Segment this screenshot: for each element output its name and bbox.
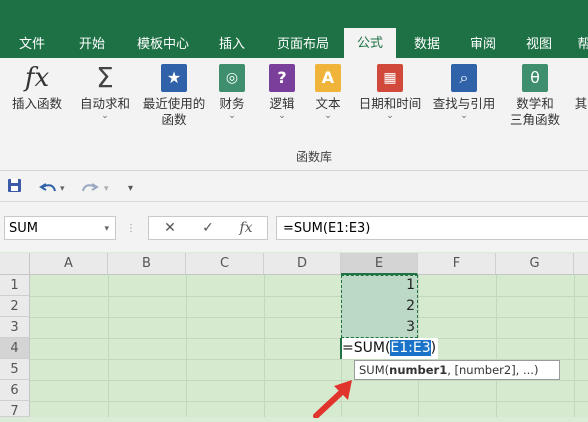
select-all-corner[interactable] xyxy=(0,253,30,275)
function-argument-tooltip: SUM(number1, [number2], ...) xyxy=(354,360,560,380)
quick-access-toolbar: ▾ ▾ ▾ xyxy=(0,171,588,202)
text-button[interactable]: A 文本 ⌄ xyxy=(308,64,348,121)
tab-data[interactable]: 数据 xyxy=(404,32,450,58)
tooltip-rest-args: , [number2], ...) xyxy=(447,363,539,377)
autosum-button[interactable]: Σ 自动求和 ⌄ xyxy=(74,64,136,121)
enter-icon[interactable]: ✓ xyxy=(191,217,225,239)
financial-button[interactable]: ◎ 财务 ⌄ xyxy=(212,64,252,121)
tab-template-center[interactable]: 模板中心 xyxy=(128,32,198,58)
logical-button[interactable]: ? 逻辑 ⌄ xyxy=(262,64,302,121)
star-book-icon: ★ xyxy=(161,64,187,92)
row-header[interactable]: 1 xyxy=(0,275,30,296)
ribbon-group-label: 函数库 xyxy=(296,150,333,164)
redo-icon[interactable] xyxy=(82,183,99,192)
chevron-down-icon: ⌄ xyxy=(460,111,468,121)
tooltip-current-arg[interactable]: number1 xyxy=(389,363,447,377)
formula-prefix: =SUM( xyxy=(342,340,391,356)
ribbon-formulas: 𝑓x 插入函数 Σ 自动求和 ⌄ ★ 最近使用的 函数 ◎ 财务 ⌄ ? 逻辑 … xyxy=(0,58,588,171)
quick-access-icons: ▾ ▾ ▾ xyxy=(8,179,133,194)
more-functions-button[interactable]: 其 xyxy=(574,64,588,112)
grid-line xyxy=(30,338,588,339)
row-header[interactable]: 7 xyxy=(0,401,30,419)
sigma-icon: Σ xyxy=(96,61,114,94)
column-header[interactable]: E xyxy=(341,253,418,275)
grid-line xyxy=(30,296,588,297)
formula-range-ref: E1:E3 xyxy=(390,340,431,356)
undo-dropdown-icon[interactable]: ▾ xyxy=(60,184,65,194)
column-header[interactable]: B xyxy=(108,253,186,275)
redo-dropdown-icon[interactable]: ▾ xyxy=(104,184,109,194)
tooltip-function[interactable]: SUM( xyxy=(359,363,389,377)
customize-toolbar-icon[interactable]: ▾ xyxy=(128,183,133,194)
chevron-down-icon: ⌄ xyxy=(228,111,236,121)
grid-line xyxy=(30,380,588,381)
row-header[interactable]: 2 xyxy=(0,296,30,317)
formula-suffix: ) xyxy=(430,340,437,356)
tab-file[interactable]: 文件 xyxy=(10,32,54,58)
grid-line xyxy=(30,401,588,402)
tab-review[interactable]: 审阅 xyxy=(460,32,506,58)
cell-e1[interactable]: 1 xyxy=(343,275,415,296)
sheet-grid[interactable]: A B C D E F G 1 2 3 4 5 6 7 1 2 3 =SUM(E… xyxy=(0,253,588,419)
cell-e4-editing[interactable]: =SUM(E1:E3) xyxy=(342,338,439,359)
chevron-down-icon[interactable]: ▾ xyxy=(104,217,109,241)
theta-book-icon: θ xyxy=(522,64,548,92)
row-header[interactable]: 4 xyxy=(0,338,30,359)
row-header[interactable]: 5 xyxy=(0,359,30,380)
tab-help[interactable]: 帮 xyxy=(574,32,588,58)
calendar-book-icon: ▦ xyxy=(377,64,403,92)
column-header[interactable] xyxy=(574,253,588,275)
coins-book-icon: ◎ xyxy=(219,64,245,92)
cell-e3[interactable]: 3 xyxy=(343,317,415,338)
row-header[interactable]: 6 xyxy=(0,380,30,401)
column-header[interactable]: D xyxy=(264,253,341,275)
lookup-reference-button[interactable]: ⌕ 查找与引用 ⌄ xyxy=(428,64,500,121)
undo-icon[interactable] xyxy=(39,183,56,192)
splitter-handle[interactable]: ⋮ xyxy=(126,224,136,234)
cell-e2[interactable]: 2 xyxy=(343,296,415,317)
tab-home[interactable]: 开始 xyxy=(70,32,114,58)
more-icon xyxy=(574,64,588,92)
name-box-value: SUM xyxy=(9,221,38,236)
annotation-arrow-icon xyxy=(313,380,352,418)
column-header[interactable]: C xyxy=(186,253,264,275)
column-header[interactable]: F xyxy=(418,253,496,275)
tab-insert[interactable]: 插入 xyxy=(210,32,254,58)
date-time-button[interactable]: ▦ 日期和时间 ⌄ xyxy=(354,64,426,121)
formula-bar: SUM ▾ ⋮ ✕ ✓ fx =SUM(E1:E3) xyxy=(0,202,588,252)
chevron-down-icon: ⌄ xyxy=(386,111,394,121)
ribbon-tab-bar: 文件 开始 模板中心 插入 页面布局 公式 数据 审阅 视图 帮 xyxy=(0,0,588,58)
save-icon[interactable] xyxy=(8,179,21,192)
text-book-icon: A xyxy=(315,64,341,92)
magnifier-book-icon: ⌕ xyxy=(451,64,477,92)
formula-input[interactable]: =SUM(E1:E3) xyxy=(276,216,588,240)
name-box[interactable]: SUM ▾ xyxy=(4,216,116,240)
chevron-down-icon: ⌄ xyxy=(324,111,332,121)
tab-page-layout[interactable]: 页面布局 xyxy=(266,32,340,58)
column-header[interactable]: G xyxy=(496,253,574,275)
grid-line xyxy=(30,317,588,318)
question-book-icon: ? xyxy=(269,64,295,92)
math-trig-button[interactable]: θ 数学和 三角函数 xyxy=(504,64,566,128)
fx-icon: 𝑓x xyxy=(24,63,50,93)
row-header[interactable]: 3 xyxy=(0,317,30,338)
column-header[interactable]: A xyxy=(30,253,108,275)
chevron-down-icon: ⌄ xyxy=(278,111,286,121)
insert-function-icon[interactable]: fx xyxy=(229,217,263,239)
insert-function-button[interactable]: 𝑓x 插入函数 xyxy=(6,64,68,112)
tab-view[interactable]: 视图 xyxy=(516,32,562,58)
recently-used-button[interactable]: ★ 最近使用的 函数 xyxy=(138,64,210,128)
chevron-down-icon: ⌄ xyxy=(101,111,109,121)
tab-formulas[interactable]: 公式 xyxy=(344,28,396,58)
cancel-icon[interactable]: ✕ xyxy=(153,217,187,239)
formula-buttons: ✕ ✓ fx xyxy=(148,216,268,240)
